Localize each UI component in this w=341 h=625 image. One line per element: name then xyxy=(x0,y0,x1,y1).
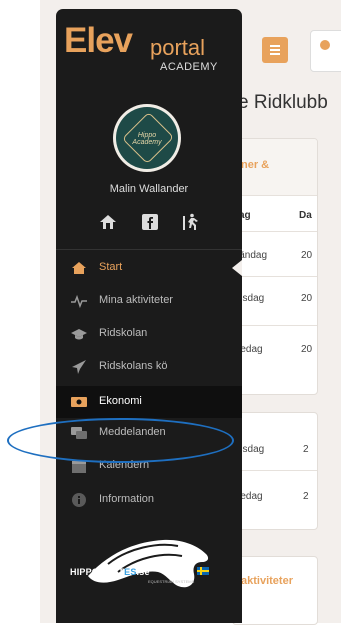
logout-icon[interactable] xyxy=(181,212,201,232)
sidebar-item-ekonomi[interactable]: Ekonomi xyxy=(56,386,242,418)
sidebar-item-information[interactable]: Information xyxy=(56,484,242,516)
brand-tagline: EQUESTRIAN SYSTEMS xyxy=(148,579,195,584)
menu-toggle-button[interactable] xyxy=(262,37,288,63)
table-cell: 20 xyxy=(301,344,313,355)
sidebar-item-ridskolans-ko[interactable]: Ridskolans kö xyxy=(56,351,242,383)
facebook-icon[interactable] xyxy=(140,212,160,232)
money-icon xyxy=(71,397,87,407)
paper-plane-icon xyxy=(72,360,86,374)
logo-portal: portal xyxy=(150,35,206,60)
user-menu-button[interactable] xyxy=(310,30,341,72)
sidebar: Elev portal ACADEMY Hippo Academy Malin W… xyxy=(56,9,242,623)
username: Malin Wallander xyxy=(109,183,189,195)
sidebar-item-ridskolan[interactable]: Ridskolan xyxy=(56,318,242,350)
schedule-card-2: nsdag 2 redag 2 xyxy=(232,412,318,530)
activities-card: aktiviteter xyxy=(232,556,318,625)
info-icon xyxy=(72,493,86,507)
highlight-ellipse xyxy=(7,418,234,463)
logo-elev: Elev xyxy=(64,21,133,60)
sidebar-item-start[interactable]: Start xyxy=(56,252,242,284)
column-header-date: Da xyxy=(299,210,312,221)
swedish-flag-icon xyxy=(197,567,209,575)
card-title: ner & xyxy=(241,159,270,171)
logo-academy: ACADEMY xyxy=(160,61,218,73)
sidebar-item-mina-aktiviteter[interactable]: Mina aktiviteter xyxy=(56,285,242,317)
home-icon xyxy=(72,262,86,274)
page-title: e Ridklubb xyxy=(238,92,328,113)
avatar[interactable]: Hippo Academy xyxy=(113,104,181,172)
table-cell: 20 xyxy=(301,293,313,304)
graduation-cap-icon xyxy=(71,329,87,340)
activity-icon xyxy=(71,294,87,309)
table-cell: 20 xyxy=(301,250,313,261)
horse-logo-icon xyxy=(88,539,209,588)
schedule-card: ner & ag Da ländag 20 nsdag 20 redag 20 xyxy=(232,138,318,395)
card-title: aktiviteter xyxy=(241,575,293,587)
brand-name: HIPPOCRATES.se xyxy=(70,567,150,577)
house-icon[interactable] xyxy=(98,212,118,232)
table-cell: 2 xyxy=(303,491,309,502)
table-cell: 2 xyxy=(303,444,309,455)
active-indicator xyxy=(232,260,242,276)
